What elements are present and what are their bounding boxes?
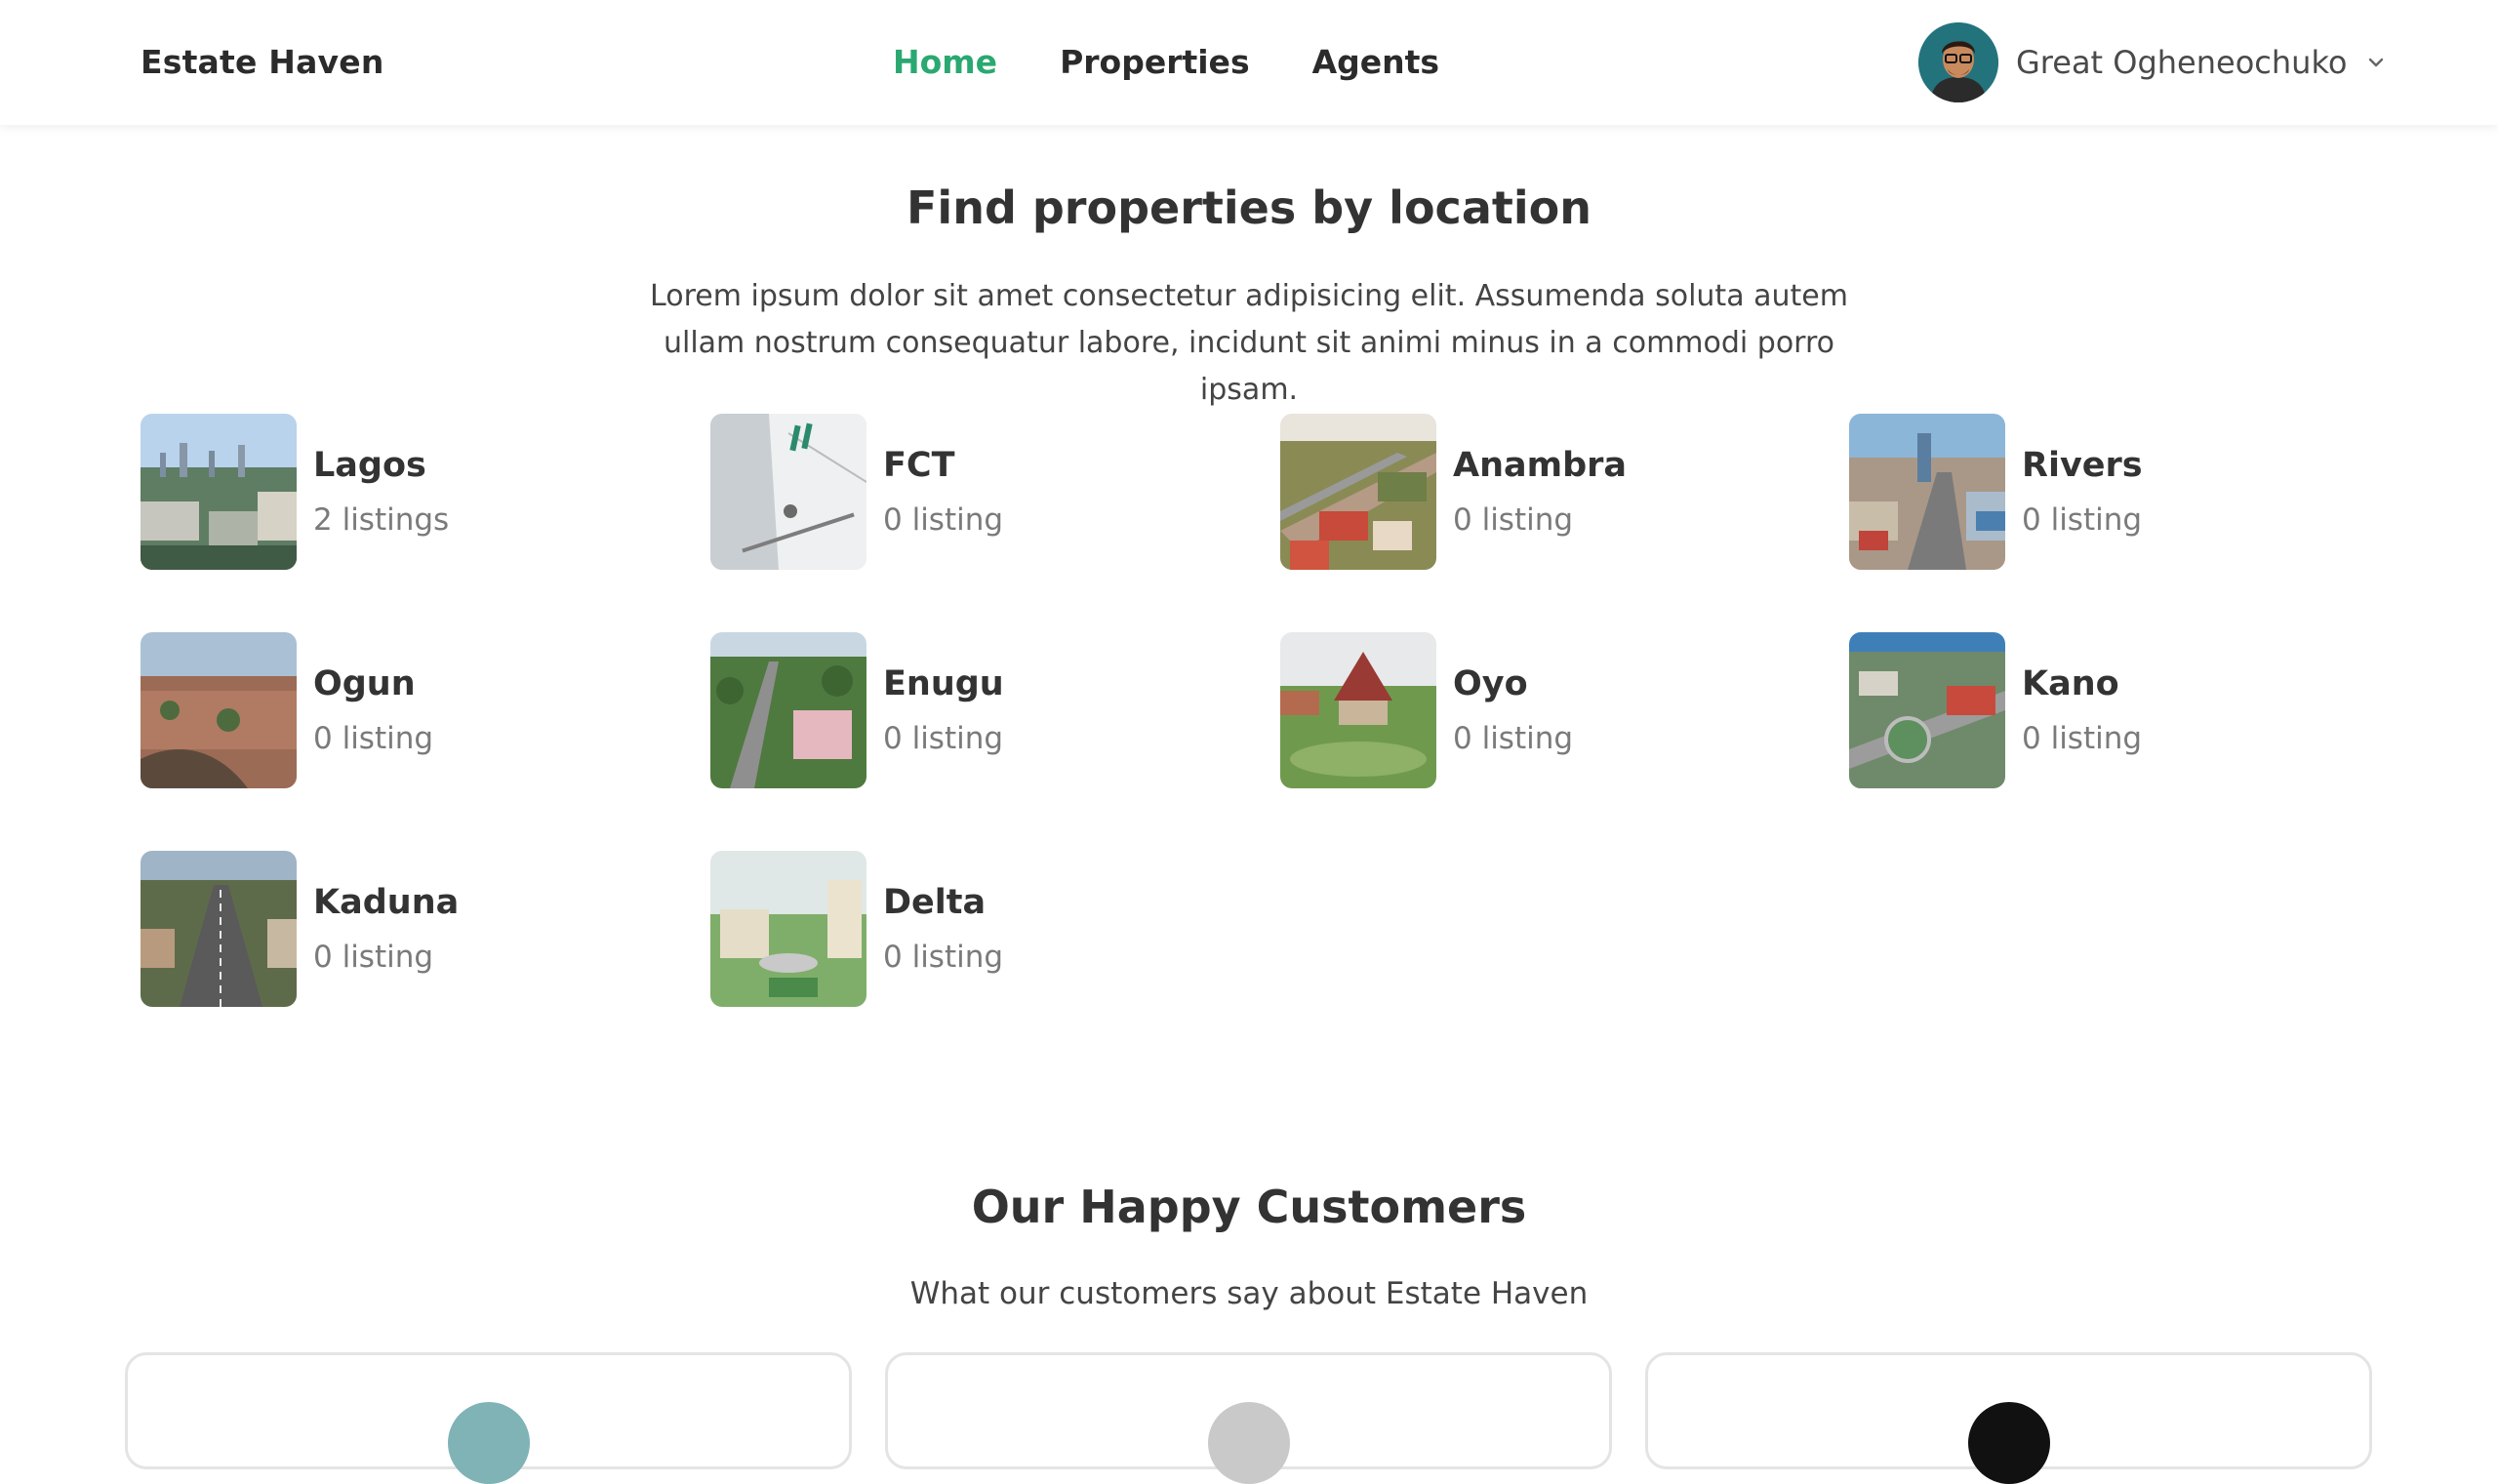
location-card-anambra[interactable]: Anambra 0 listing bbox=[1280, 414, 1768, 570]
main-nav: Home Properties Agents bbox=[893, 43, 1439, 81]
testimonial-avatar bbox=[447, 1402, 530, 1484]
location-listing-count: 0 listing bbox=[883, 721, 1004, 756]
chevron-down-icon[interactable] bbox=[2364, 51, 2388, 74]
location-listing-count: 0 listing bbox=[313, 940, 434, 975]
testimonial-card bbox=[1645, 1352, 2372, 1484]
location-listing-count: 2 listings bbox=[313, 502, 450, 538]
location-listing-count: 0 listing bbox=[883, 502, 1004, 538]
testimonial-card bbox=[125, 1352, 852, 1484]
location-name[interactable]: Kano bbox=[2022, 662, 2142, 705]
top-navbar: Estate Haven Home Properties Agents Grea… bbox=[0, 0, 2498, 125]
location-image-delta[interactable] bbox=[710, 851, 866, 1007]
locations-title: Find properties by location bbox=[907, 181, 1591, 234]
location-image-enugu[interactable] bbox=[710, 632, 866, 788]
location-name[interactable]: Rivers bbox=[2022, 444, 2143, 487]
location-card-delta[interactable]: Delta 0 listing bbox=[710, 851, 1198, 1007]
testimonial-card bbox=[885, 1352, 1612, 1484]
location-name[interactable]: Kaduna bbox=[313, 881, 459, 924]
location-card-rivers[interactable]: Rivers 0 listing bbox=[1849, 414, 2337, 570]
location-card-enugu[interactable]: Enugu 0 listing bbox=[710, 632, 1198, 788]
location-image-lagos[interactable] bbox=[141, 414, 297, 570]
location-listing-count: 0 listing bbox=[883, 940, 1004, 975]
location-listing-count: 0 listing bbox=[2022, 502, 2143, 538]
location-name[interactable]: Enugu bbox=[883, 662, 1004, 705]
location-image-oyo[interactable] bbox=[1280, 632, 1436, 788]
location-card-lagos[interactable]: Lagos 2 listings bbox=[141, 414, 628, 570]
location-listing-count: 0 listing bbox=[313, 721, 434, 756]
nav-link-home[interactable]: Home bbox=[893, 43, 997, 81]
location-listing-count: 0 listing bbox=[1453, 502, 1574, 538]
brand-logo-text[interactable]: Estate Haven bbox=[141, 43, 384, 81]
location-card-ogun[interactable]: Ogun 0 listing bbox=[141, 632, 628, 788]
location-name[interactable]: FCT bbox=[883, 444, 1003, 487]
location-image-kano[interactable] bbox=[1849, 632, 2005, 788]
location-image-fct[interactable] bbox=[710, 414, 866, 570]
location-image-rivers[interactable] bbox=[1849, 414, 2005, 570]
testimonial-avatar bbox=[1207, 1402, 1290, 1484]
user-name[interactable]: Great Ogheneochuko bbox=[2016, 44, 2347, 81]
location-name[interactable]: Ogun bbox=[313, 662, 433, 705]
locations-description: Lorem ipsum dolor sit amet consectetur a… bbox=[650, 279, 1848, 407]
location-card-kano[interactable]: Kano 0 listing bbox=[1849, 632, 2337, 788]
user-avatar[interactable] bbox=[1918, 22, 1998, 102]
location-name[interactable]: Anambra bbox=[1453, 444, 1627, 487]
customers-subtitle: What our customers say about Estate Have… bbox=[909, 1276, 1589, 1311]
location-listing-count: 0 listing bbox=[1453, 721, 1574, 756]
user-menu[interactable]: Great Ogheneochuko bbox=[1918, 22, 2388, 102]
location-image-ogun[interactable] bbox=[141, 632, 297, 788]
location-name[interactable]: Lagos bbox=[313, 444, 449, 487]
location-card-fct[interactable]: FCT 0 listing bbox=[710, 414, 1198, 570]
location-name[interactable]: Oyo bbox=[1453, 662, 1573, 705]
location-card-kaduna[interactable]: Kaduna 0 listing bbox=[141, 851, 628, 1007]
location-image-anambra[interactable] bbox=[1280, 414, 1436, 570]
customers-title: Our Happy Customers bbox=[971, 1181, 1527, 1233]
nav-link-properties[interactable]: Properties bbox=[1060, 43, 1250, 81]
nav-link-agents[interactable]: Agents bbox=[1312, 43, 1439, 81]
location-image-kaduna[interactable] bbox=[141, 851, 297, 1007]
testimonial-avatar bbox=[1967, 1402, 2050, 1484]
location-listing-count: 0 listing bbox=[2022, 721, 2143, 756]
location-card-oyo[interactable]: Oyo 0 listing bbox=[1280, 632, 1768, 788]
location-name[interactable]: Delta bbox=[883, 881, 1003, 924]
